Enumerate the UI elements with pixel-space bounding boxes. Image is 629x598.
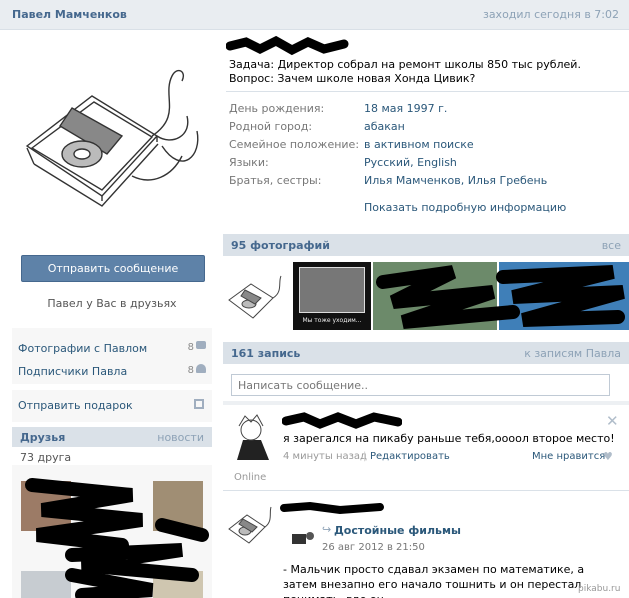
- send-gift-link[interactable]: Отправить подарок: [18, 399, 133, 412]
- friends-header: Друзья новости: [12, 427, 212, 447]
- repost-arrow-icon: ↪: [322, 523, 332, 536]
- wall-post-input[interactable]: Написать сообщение..: [231, 374, 610, 396]
- ipod-sketch-icon: [228, 506, 272, 544]
- info-value-relationship[interactable]: в активном поиске: [364, 138, 474, 151]
- gift-panel: Отправить подарок: [12, 390, 212, 422]
- profile-status-text[interactable]: Задача: Директор собрал на ремонт школы …: [229, 58, 609, 86]
- info-label: Братья, сестры:: [229, 174, 322, 187]
- friends-news-link[interactable]: новости: [157, 431, 204, 444]
- photo-thumb-demotivator[interactable]: Мы тоже уходим...: [293, 262, 371, 330]
- friendship-status: Павел у Вас в друзьях: [47, 297, 177, 310]
- close-icon[interactable]: ✕: [606, 412, 619, 430]
- photos-title[interactable]: 95 фотографий: [231, 239, 330, 252]
- redacted-scribble: [282, 412, 402, 429]
- photo-thumb[interactable]: [223, 262, 291, 330]
- watermark: pikabu.ru: [578, 584, 621, 594]
- repost-source-avatar[interactable]: [290, 528, 316, 548]
- redacted-scribble: [280, 501, 384, 515]
- ipod-sketch-icon: [228, 275, 282, 319]
- scribble-overlay: [25, 478, 209, 598]
- wall-header: 161 запись к записям Павла: [223, 342, 629, 364]
- info-value-hometown[interactable]: абакан: [364, 120, 405, 133]
- info-label: Семейное положение:: [229, 138, 360, 151]
- info-value-languages[interactable]: Русский, English: [364, 156, 457, 169]
- info-label: Языки:: [229, 156, 269, 169]
- divider: [223, 401, 629, 405]
- friends-grid: [12, 465, 212, 598]
- friends-title[interactable]: Друзья: [20, 431, 65, 444]
- info-label: День рождения:: [229, 102, 325, 115]
- divider: [226, 91, 629, 92]
- to-posts-link[interactable]: к записям Павла: [524, 347, 621, 360]
- post-author-avatar[interactable]: [225, 503, 273, 547]
- profile-name[interactable]: Павел Мамченков: [12, 8, 127, 21]
- edit-post-link[interactable]: Редактировать: [370, 451, 450, 462]
- wall-title[interactable]: 161 запись: [231, 347, 300, 360]
- post-author-avatar[interactable]: [229, 412, 275, 462]
- post-text: - Мальчик просто сдавал экзамен по матем…: [283, 563, 585, 598]
- profile-header: Павел Мамченков заходил сегодня в 7:02: [0, 0, 629, 30]
- info-value-siblings[interactable]: Илья Мамченков, Илья Гребень: [364, 174, 547, 187]
- anime-avatar-icon: [237, 414, 269, 460]
- separator: |: [363, 451, 367, 462]
- last-seen-status: заходил сегодня в 7:02: [482, 8, 619, 21]
- divider: [223, 490, 629, 491]
- post-time[interactable]: 4 минуты назад: [283, 451, 367, 462]
- demotivator-image: [299, 267, 365, 313]
- profile-avatar[interactable]: [12, 36, 212, 236]
- repost-date[interactable]: 26 авг 2012 в 21:50: [322, 542, 425, 553]
- photos-header: 95 фотографий все: [223, 234, 629, 256]
- camera-person-icon: [292, 532, 314, 544]
- send-message-button[interactable]: Отправить сообщение: [21, 255, 205, 282]
- demotivator-caption: Мы тоже уходим...: [302, 317, 362, 324]
- info-value-birthday[interactable]: 18 мая 1997 г.: [364, 102, 447, 115]
- scribble-overlay: [376, 265, 625, 329]
- gift-icon: [194, 399, 204, 409]
- followers-count: 8: [187, 365, 194, 376]
- online-status: Online: [234, 472, 267, 483]
- photos-with-count: 8: [187, 342, 194, 353]
- friends-count: 73 друга: [20, 451, 72, 464]
- heart-icon[interactable]: ♥: [603, 450, 613, 463]
- redacted-scribble: [226, 36, 349, 56]
- info-label: Родной город:: [229, 120, 313, 133]
- ipod-sketch-icon: [25, 69, 199, 207]
- repost-source-title[interactable]: Достойные фильмы: [334, 524, 461, 537]
- like-button[interactable]: Мне нравится: [532, 451, 605, 462]
- people-icon: [196, 364, 206, 373]
- profile-links: Фотографии с Павлом 8 Подписчики Павла 8: [12, 328, 212, 384]
- photos-all-link[interactable]: все: [602, 239, 621, 252]
- followers-link[interactable]: Подписчики Павла: [18, 365, 127, 378]
- post-text: я зарегался на пикабу раньше тебя,оооол …: [283, 432, 615, 445]
- photos-with-link[interactable]: Фотографии с Павлом: [18, 342, 147, 355]
- camera-icon: [196, 341, 206, 349]
- show-more-info-link[interactable]: Показать подробную информацию: [364, 201, 566, 214]
